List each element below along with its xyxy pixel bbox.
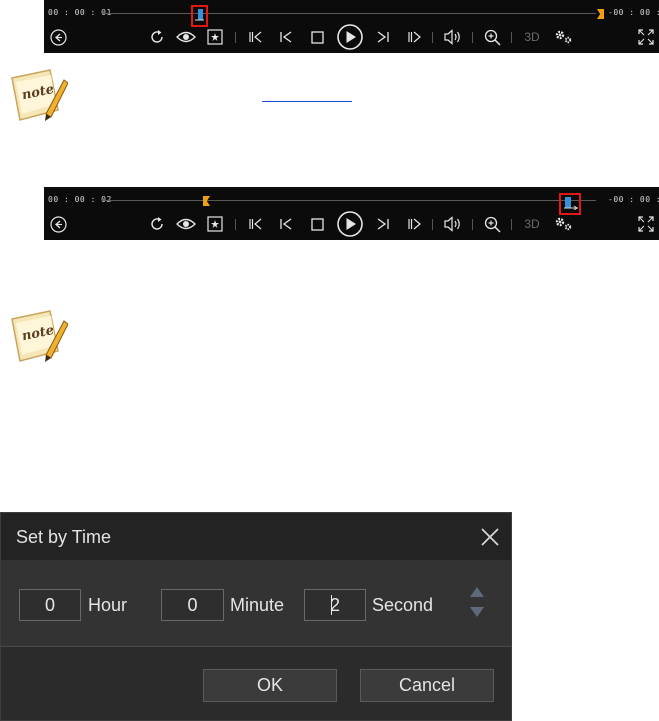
back-icon[interactable] (48, 211, 68, 237)
cancel-button[interactable]: Cancel (360, 669, 494, 702)
next-frame-icon[interactable] (405, 211, 423, 237)
three-d-button[interactable]: 3D (520, 211, 544, 237)
back-icon[interactable] (48, 24, 68, 50)
hour-label: Hour (88, 595, 128, 615)
eye-icon[interactable] (175, 211, 197, 237)
text-cursor (331, 595, 332, 615)
zoom-in-icon[interactable] (482, 211, 502, 237)
fullscreen-icon[interactable] (636, 24, 656, 50)
divider (235, 219, 236, 230)
timeline-track[interactable] (102, 200, 596, 201)
divider (511, 32, 512, 43)
start-marker-handle-icon[interactable] (195, 8, 204, 22)
player-bar-bottom: 00 : 00 : 02 -00 : 00 : 09 (44, 187, 659, 240)
start-marker[interactable] (203, 196, 210, 206)
previous-icon[interactable] (277, 24, 295, 50)
divider (472, 219, 473, 230)
minute-input[interactable]: 0 (161, 589, 224, 621)
settings-icon[interactable] (552, 24, 576, 50)
link-underline[interactable] (262, 101, 352, 102)
next-icon[interactable] (374, 211, 392, 237)
snapshot-icon[interactable] (206, 211, 224, 237)
previous-frame-icon[interactable] (246, 211, 264, 237)
rotate-icon[interactable] (147, 24, 167, 50)
volume-icon[interactable] (442, 211, 464, 237)
volume-icon[interactable] (442, 24, 464, 50)
dialog-title: Set by Time (16, 527, 112, 547)
next-frame-icon[interactable] (405, 24, 423, 50)
next-icon[interactable] (374, 24, 392, 50)
set-by-time-dialog: Set by Time 0 Hour 0 Minute 2 Second OK … (0, 512, 512, 721)
zoom-in-icon[interactable] (482, 24, 502, 50)
previous-icon[interactable] (277, 211, 295, 237)
player-controls: 3D (44, 211, 659, 237)
divider (472, 32, 473, 43)
player-bar-top: 00 : 00 : 01 -00 : 00 : 10 (44, 0, 659, 53)
timeline-track[interactable] (102, 13, 596, 14)
end-marker[interactable] (597, 9, 604, 19)
three-d-button[interactable]: 3D (520, 24, 544, 50)
divider (432, 219, 433, 230)
remaining-time: -00 : 00 : 10 (608, 8, 659, 17)
previous-frame-icon[interactable] (246, 24, 264, 50)
hour-input[interactable]: 0 (19, 589, 81, 621)
ok-button[interactable]: OK (203, 669, 337, 702)
rotate-icon[interactable] (147, 211, 167, 237)
snapshot-icon[interactable] (206, 24, 224, 50)
note-icon: note (11, 69, 68, 121)
close-icon[interactable] (479, 526, 501, 548)
dialog-header: Set by Time (1, 513, 511, 560)
spin-up-icon[interactable] (470, 587, 484, 597)
spin-down-icon[interactable] (470, 607, 484, 617)
stop-icon[interactable] (308, 211, 326, 237)
divider (511, 219, 512, 230)
stop-icon[interactable] (308, 24, 326, 50)
second-label: Second (372, 595, 434, 615)
play-icon[interactable] (335, 24, 365, 50)
minute-label: Minute (230, 595, 285, 615)
end-marker-handle-icon[interactable] (564, 196, 578, 210)
remaining-time: -00 : 00 : 09 (608, 195, 659, 204)
eye-icon[interactable] (175, 24, 197, 50)
divider (235, 32, 236, 43)
play-icon[interactable] (335, 211, 365, 237)
fullscreen-icon[interactable] (636, 211, 656, 237)
second-input[interactable]: 2 (304, 589, 366, 621)
note-icon: note (11, 310, 68, 362)
divider (432, 32, 433, 43)
player-controls: 3D (44, 24, 659, 50)
settings-icon[interactable] (552, 211, 576, 237)
